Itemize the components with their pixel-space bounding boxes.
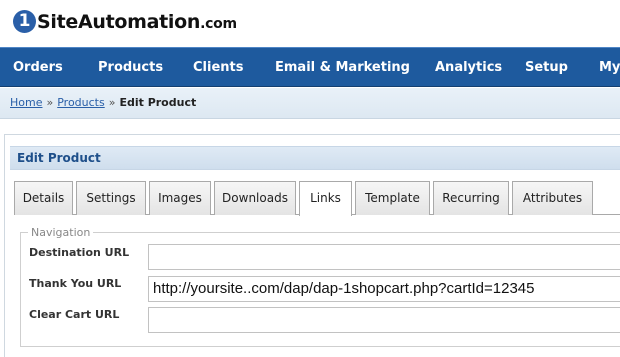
thank-you-url-label: Thank You URL bbox=[29, 277, 122, 290]
clear-cart-url-input[interactable] bbox=[148, 307, 620, 333]
breadcrumb: Home» Products» Edit Product bbox=[10, 96, 197, 109]
clear-cart-url-label: Clear Cart URL bbox=[29, 308, 120, 321]
tab-links[interactable]: Links bbox=[299, 181, 352, 216]
nav-products[interactable]: Products bbox=[98, 48, 163, 88]
logo-badge: 1 bbox=[13, 10, 36, 33]
panel-header: Edit Product bbox=[10, 146, 620, 170]
nav-clients[interactable]: Clients bbox=[193, 48, 243, 88]
destination-url-input[interactable] bbox=[148, 244, 620, 270]
tab-downloads[interactable]: Downloads bbox=[214, 181, 296, 215]
logo-text: SiteAutomation.com bbox=[37, 10, 237, 33]
breadcrumb-current: Edit Product bbox=[119, 96, 197, 109]
tab-details[interactable]: Details bbox=[14, 181, 73, 215]
nav-setup[interactable]: Setup bbox=[525, 48, 568, 88]
breadcrumb-bar: Home» Products» Edit Product bbox=[0, 88, 620, 119]
tab-images[interactable]: Images bbox=[149, 181, 211, 215]
nav-analytics[interactable]: Analytics bbox=[435, 48, 502, 88]
header: 1 SiteAutomation.com bbox=[0, 0, 620, 47]
breadcrumb-products-link[interactable]: Products bbox=[57, 96, 105, 109]
tab-template[interactable]: Template bbox=[355, 181, 430, 215]
nav-email-marketing[interactable]: Email & Marketing bbox=[275, 48, 410, 88]
main-nav: Orders Products Clients Email & Marketin… bbox=[0, 47, 620, 87]
destination-url-label: Destination URL bbox=[29, 246, 130, 259]
thank-you-url-input[interactable]: http://yoursite..com/dap/dap-1shopcart.p… bbox=[148, 276, 620, 302]
nav-my[interactable]: My bbox=[599, 48, 620, 88]
page-title: Edit Product bbox=[17, 151, 101, 165]
nav-orders[interactable]: Orders bbox=[13, 48, 63, 88]
breadcrumb-home-link[interactable]: Home bbox=[10, 96, 42, 109]
tab-recurring[interactable]: Recurring bbox=[433, 181, 509, 215]
tab-attributes[interactable]: Attributes bbox=[512, 181, 593, 215]
tab-settings[interactable]: Settings bbox=[76, 181, 146, 215]
site-logo[interactable]: 1 SiteAutomation.com bbox=[13, 10, 237, 33]
navigation-legend: Navigation bbox=[28, 226, 94, 239]
